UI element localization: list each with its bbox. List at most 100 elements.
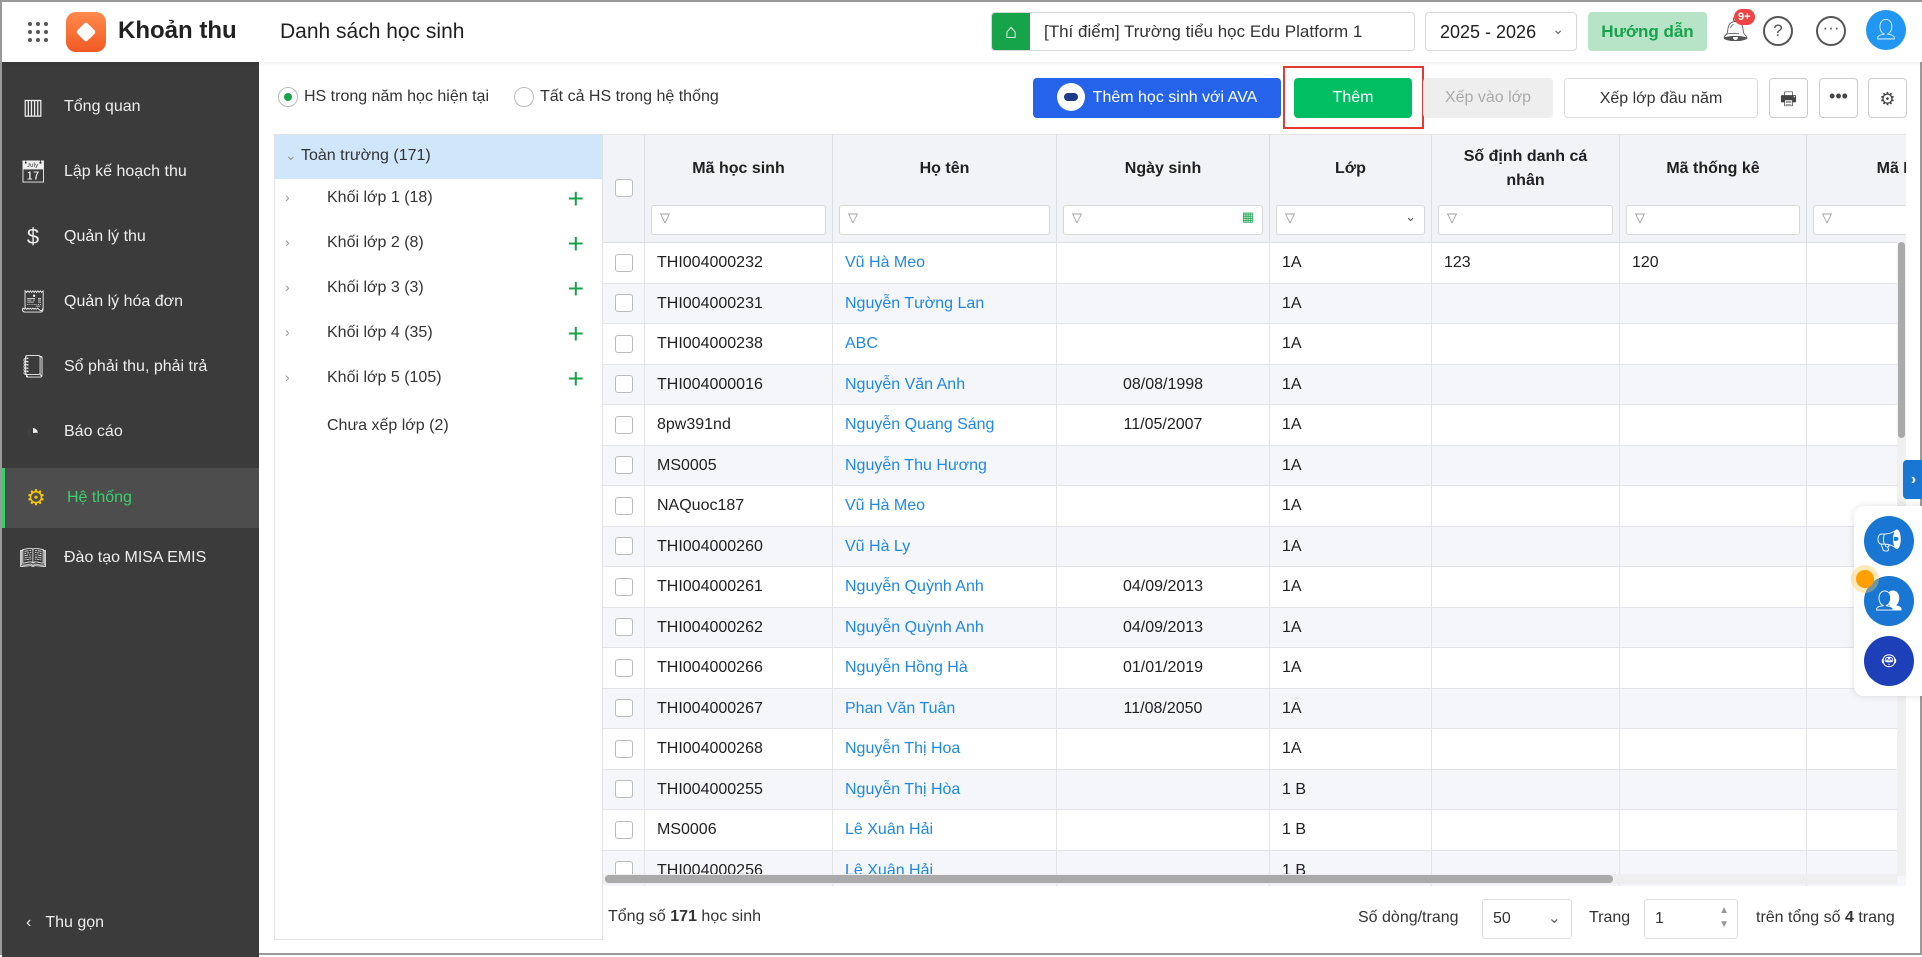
year-select[interactable]: 2025 - 2026 ⌄ (1425, 12, 1577, 51)
student-name-link[interactable]: Vũ Hà Meo (833, 243, 1057, 283)
row-checkbox[interactable] (614, 375, 633, 394)
table-row[interactable]: THI004000261 Nguyễn Quỳnh Anh 04/09/2013 1A (603, 567, 1906, 608)
student-name-link[interactable]: Nguyễn Thị Hòa (833, 769, 1057, 810)
add-student-ava-button[interactable]: Thêm học sinh với AVA (1033, 78, 1281, 118)
chevron-right-icon[interactable]: › (285, 234, 290, 250)
student-name-link[interactable]: Vũ Hà Meo (833, 486, 1057, 526)
student-name-link[interactable]: Lê Xuân Hải (833, 810, 1057, 850)
guide-button[interactable]: Hướng dẫn (1588, 12, 1707, 51)
more-options-icon[interactable]: ••• (1819, 78, 1858, 118)
radio-current-year[interactable] (278, 87, 298, 107)
select-all-checkbox[interactable] (614, 179, 633, 197)
page-input[interactable]: 1 ▲ ▼ (1644, 899, 1738, 939)
table-row[interactable]: THI004000255 Nguyễn Thị Hòa 1 B (603, 769, 1906, 810)
settings-icon[interactable]: ⚙︎ (1868, 78, 1907, 118)
row-checkbox[interactable] (614, 334, 633, 353)
more-icon[interactable]: ··· (1816, 16, 1846, 46)
sidebar-item-2[interactable]: $ Quản lý thu (2, 207, 259, 267)
row-checkbox[interactable] (614, 253, 633, 272)
table-row[interactable]: THI004000268 Nguyễn Thị Hoa 1A (603, 729, 1906, 770)
add-class-icon[interactable]: + (568, 183, 584, 215)
row-checkbox[interactable] (614, 294, 633, 313)
sidebar-item-7[interactable]: 📖︎ Đào tạo MISA EMIS (2, 528, 259, 588)
student-name-link[interactable]: Nguyễn Thị Hoa (833, 729, 1057, 769)
table-row[interactable]: THI004000232 Vũ Hà Meo 1A 123 120 (603, 243, 1906, 284)
tree-node[interactable]: › Khối lớp 2 (8) + (275, 222, 602, 266)
row-checkbox[interactable] (614, 456, 633, 475)
school-selector[interactable]: ⌂ [Thí điểm] Trường tiểu học Edu Platform… (991, 12, 1415, 51)
row-checkbox[interactable] (614, 658, 633, 677)
row-checkbox[interactable] (614, 699, 633, 718)
row-checkbox[interactable] (614, 820, 633, 839)
tree-node[interactable]: › Khối lớp 3 (3) + (275, 267, 602, 311)
table-row[interactable]: THI004000266 Nguyễn Hồng Hà 01/01/2019 1A (603, 648, 1906, 689)
collapse-sidebar-button[interactable]: ‹ Thu gọn (26, 914, 104, 932)
tree-node[interactable]: › Khối lớp 5 (105) + (275, 357, 602, 401)
tree-node[interactable]: › Khối lớp 4 (35) + (275, 312, 602, 356)
table-row[interactable]: THI004000238 ABC 1A (603, 324, 1906, 365)
table-row[interactable]: THI004000262 Nguyễn Quỳnh Anh 04/09/2013 1A (603, 607, 1906, 648)
rows-per-page-select[interactable]: 50 ⌄ (1482, 899, 1572, 939)
table-row[interactable]: THI004000016 Nguyễn Văn Anh 08/08/1998 1A (603, 364, 1906, 405)
student-name-link[interactable]: Nguyễn Quang Sáng (833, 405, 1057, 445)
table-row[interactable]: THI004000231 Nguyễn Tường Lan 1A (603, 283, 1906, 324)
student-name-link[interactable]: Nguyễn Văn Anh (833, 364, 1057, 405)
column-filter-input[interactable]: ▽ (839, 205, 1050, 235)
sidebar-item-5[interactable]: ◔ Báo cáo (2, 402, 259, 462)
chevron-right-icon[interactable]: › (285, 189, 290, 205)
student-name-link[interactable]: Phan Văn Tuân (833, 688, 1057, 729)
sidebar-item-6[interactable]: ⚙︎ Hệ thống (2, 468, 259, 528)
expand-panel-button[interactable]: › (1903, 460, 1922, 499)
student-name-link[interactable]: ABC (833, 324, 1057, 364)
table-row[interactable]: MS0005 Nguyễn Thu Hương 1A (603, 445, 1906, 486)
row-checkbox[interactable] (614, 739, 633, 758)
help-icon[interactable]: ? (1763, 16, 1793, 46)
print-icon[interactable]: 🖶︎ (1769, 78, 1808, 118)
row-checkbox[interactable] (614, 780, 633, 799)
tree-node[interactable]: › Khối lớp 1 (18) + (275, 177, 602, 221)
radio-all-system[interactable] (514, 87, 534, 107)
add-class-icon[interactable]: + (568, 363, 584, 395)
row-checkbox[interactable] (614, 618, 633, 637)
tree-node-unassigned[interactable]: Chưa xếp lớp (2) (275, 405, 602, 449)
tree-root[interactable]: ⌄ Toàn trường (171) (275, 135, 602, 179)
chevron-right-icon[interactable]: › (285, 279, 290, 295)
table-row[interactable]: NAQuoc187 Vũ Hà Meo 1A (603, 486, 1906, 527)
sidebar-item-4[interactable]: 📒︎ Sổ phải thu, phải trả (2, 337, 259, 397)
row-checkbox[interactable] (614, 537, 633, 556)
chevron-right-icon[interactable]: › (285, 324, 290, 340)
stepper-icon[interactable]: ▲ ▼ (1719, 904, 1729, 932)
add-class-icon[interactable]: + (568, 273, 584, 305)
row-checkbox[interactable] (614, 577, 633, 596)
add-class-icon[interactable]: + (568, 318, 584, 350)
column-filter-input[interactable]: ▽ (651, 205, 826, 235)
table-row[interactable]: THI004000260 Vũ Hà Ly 1A (603, 526, 1906, 567)
student-name-link[interactable]: Vũ Hà Ly (833, 526, 1057, 567)
calendar-icon[interactable]: ▦ (1242, 209, 1254, 225)
ava-bot-icon[interactable]: 🤖︎ (1864, 636, 1914, 686)
student-name-link[interactable]: Nguyễn Hồng Hà (833, 648, 1057, 688)
column-filter-input[interactable]: ▽ ▦ (1063, 205, 1263, 235)
student-name-link[interactable]: Nguyễn Quỳnh Anh (833, 567, 1057, 607)
filter-all-system[interactable]: Tất cả HS trong hệ thống (514, 87, 719, 107)
add-class-icon[interactable]: + (568, 228, 584, 260)
assign-class-button[interactable]: Xếp vào lớp (1423, 78, 1553, 118)
column-filter-input[interactable]: ▽ (1813, 205, 1906, 235)
sidebar-item-0[interactable]: ▥ Tổng quan (2, 77, 259, 137)
app-grid-icon[interactable] (28, 22, 48, 42)
start-year-class-button[interactable]: Xếp lớp đầu năm (1564, 78, 1758, 118)
column-filter-input[interactable]: ▽ ⌄ (1276, 205, 1425, 235)
chevron-right-icon[interactable]: › (285, 369, 290, 385)
column-filter-input[interactable]: ▽ (1626, 205, 1800, 235)
student-name-link[interactable]: Nguyễn Quỳnh Anh (833, 607, 1057, 648)
table-row[interactable]: THI004000267 Phan Văn Tuân 11/08/2050 1A (603, 688, 1906, 729)
row-checkbox[interactable] (614, 415, 633, 434)
student-name-link[interactable]: Nguyễn Thu Hương (833, 445, 1057, 486)
column-filter-input[interactable]: ▽ (1438, 205, 1613, 235)
student-name-link[interactable]: Nguyễn Tường Lan (833, 283, 1057, 324)
table-row[interactable]: 8pw391nd Nguyễn Quang Sáng 11/05/2007 1A (603, 405, 1906, 446)
announcement-icon[interactable]: 📢︎ (1864, 516, 1914, 566)
sidebar-item-3[interactable]: 🧾︎ Quản lý hóa đơn (2, 272, 259, 332)
chevron-down-icon[interactable]: ⌄ (1405, 209, 1416, 225)
filter-current-year[interactable]: HS trong năm học hiện tại (278, 87, 489, 107)
